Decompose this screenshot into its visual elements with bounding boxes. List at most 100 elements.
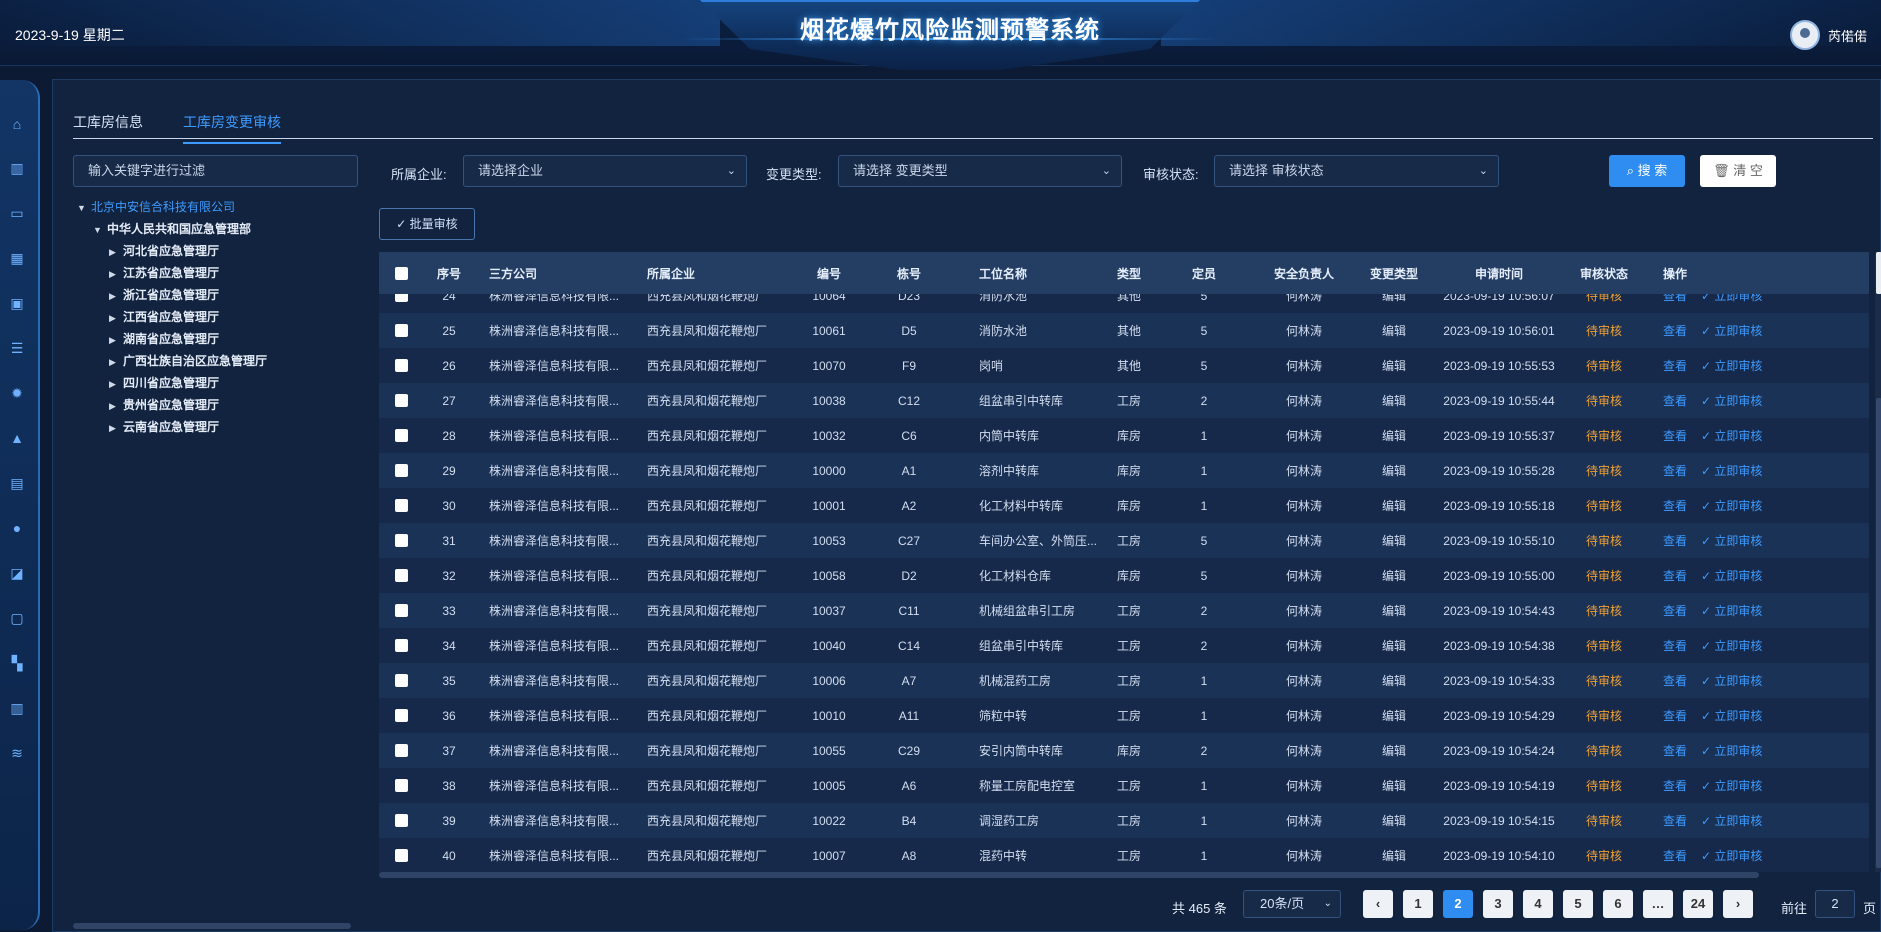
tab-warehouse-info[interactable]: 工库房信息 [73, 112, 143, 144]
audit-now-link[interactable]: ✓ 立即审核 [1701, 709, 1762, 723]
next-page-button[interactable]: › [1723, 890, 1753, 918]
table-row[interactable]: 35 株洲睿泽信息科技有限... 西充县凤和烟花鞭炮厂 10006 A7 机械混药工房 工房… [379, 663, 1869, 698]
table-scroll-thumb[interactable] [1876, 398, 1881, 868]
monitor-icon[interactable]: ▣ [9, 295, 25, 311]
goto-page-input[interactable]: 2 [1815, 890, 1855, 918]
page-button[interactable]: 24 [1683, 890, 1713, 918]
tree-node-province[interactable]: ▶ 云南省应急管理厅 [109, 418, 219, 435]
view-link[interactable]: 查看 [1663, 324, 1687, 338]
view-link[interactable]: 查看 [1663, 429, 1687, 443]
view-link[interactable]: 查看 [1663, 499, 1687, 513]
view-link[interactable]: 查看 [1663, 849, 1687, 863]
table-row[interactable]: 33 株洲睿泽信息科技有限... 西充县凤和烟花鞭炮厂 10037 C11 机械组盆串引工… [379, 593, 1869, 628]
row-checkbox[interactable] [395, 359, 408, 372]
view-link[interactable]: 查看 [1663, 394, 1687, 408]
tab-change-review[interactable]: 工库房变更审核 [183, 112, 281, 144]
view-link[interactable]: 查看 [1663, 569, 1687, 583]
layers-icon[interactable]: ≋ [9, 745, 25, 761]
page-button[interactable]: 1 [1403, 890, 1433, 918]
chart-icon[interactable]: ▦ [9, 250, 25, 266]
view-link[interactable]: 查看 [1663, 709, 1687, 723]
table-row[interactable]: 37 株洲睿泽信息科技有限... 西充县凤和烟花鞭炮厂 10055 C29 安引内筒中转库… [379, 733, 1869, 768]
audit-now-link[interactable]: ✓ 立即审核 [1701, 814, 1762, 828]
audit-now-link[interactable]: ✓ 立即审核 [1701, 359, 1762, 373]
tree-node-root[interactable]: ▼ 北京中安信合科技有限公司 [77, 198, 235, 215]
tree-node-province[interactable]: ▶ 浙江省应急管理厅 [109, 286, 219, 303]
view-link[interactable]: 查看 [1663, 779, 1687, 793]
tree-node-province[interactable]: ▶ 河北省应急管理厅 [109, 242, 219, 259]
table-row[interactable]: 32 株洲睿泽信息科技有限... 西充县凤和烟花鞭炮厂 10058 D2 化工材料仓库 库房… [379, 558, 1869, 593]
table-row[interactable]: 34 株洲睿泽信息科技有限... 西充县凤和烟花鞭炮厂 10040 C14 组盆串引中转库… [379, 628, 1869, 663]
tree-node-province[interactable]: ▶ 江苏省应急管理厅 [109, 264, 219, 281]
batch-review-button[interactable]: ✓ 批量审核 [379, 208, 475, 240]
page-button[interactable]: 5 [1563, 890, 1593, 918]
row-checkbox[interactable] [395, 744, 408, 757]
audit-now-link[interactable]: ✓ 立即审核 [1701, 324, 1762, 338]
view-link[interactable]: 查看 [1663, 814, 1687, 828]
view-link[interactable]: 查看 [1663, 674, 1687, 688]
grid-icon[interactable]: ▚ [9, 655, 25, 671]
avatar[interactable] [1789, 20, 1820, 50]
table-row[interactable]: 38 株洲睿泽信息科技有限... 西充县凤和烟花鞭炮厂 10005 A6 称量工房配电控室… [379, 768, 1869, 803]
audit-now-link[interactable]: ✓ 立即审核 [1701, 744, 1762, 758]
tree-horizontal-scrollbar[interactable] [73, 923, 351, 929]
user-name[interactable]: 芮偌偌 [1828, 26, 1867, 45]
document-icon[interactable]: ▤ [9, 475, 25, 491]
row-checkbox[interactable] [395, 779, 408, 792]
audit-now-link[interactable]: ✓ 立即审核 [1701, 499, 1762, 513]
audit-now-link[interactable]: ✓ 立即审核 [1701, 569, 1762, 583]
tree-node-province[interactable]: ▶ 湖南省应急管理厅 [109, 330, 219, 347]
row-checkbox[interactable] [395, 709, 408, 722]
row-checkbox[interactable] [395, 394, 408, 407]
row-checkbox[interactable] [395, 464, 408, 477]
audit-now-link[interactable]: ✓ 立即审核 [1701, 639, 1762, 653]
audit-now-link[interactable]: ✓ 立即审核 [1701, 464, 1762, 478]
table-horizontal-scrollbar[interactable] [379, 872, 1759, 878]
warning-icon[interactable]: ▲ [9, 430, 25, 446]
stats-icon[interactable]: ▥ [9, 700, 25, 716]
view-link[interactable]: 查看 [1663, 744, 1687, 758]
audit-now-link[interactable]: ✓ 立即审核 [1701, 394, 1762, 408]
tree-node-province[interactable]: ▶ 贵州省应急管理厅 [109, 396, 219, 413]
table-row[interactable]: 39 株洲睿泽信息科技有限... 西充县凤和烟花鞭炮厂 10022 B4 调湿药工房 工房 1… [379, 803, 1869, 838]
page-button[interactable]: 3 [1483, 890, 1513, 918]
view-link[interactable]: 查看 [1663, 359, 1687, 373]
row-checkbox[interactable] [395, 429, 408, 442]
audit-now-link[interactable]: ✓ 立即审核 [1701, 604, 1762, 618]
alarm-icon[interactable]: ✹ [9, 385, 25, 401]
table-row[interactable]: 26 株洲睿泽信息科技有限... 西充县凤和烟花鞭炮厂 10070 F9 岗哨 其他 5 何林涛… [379, 348, 1869, 383]
view-link[interactable]: 查看 [1663, 639, 1687, 653]
row-checkbox[interactable] [395, 324, 408, 337]
audit-now-link[interactable]: ✓ 立即审核 [1701, 534, 1762, 548]
page-button[interactable]: 4 [1523, 890, 1553, 918]
tree-node-province[interactable]: ▶ 四川省应急管理厅 [109, 374, 219, 391]
building-icon[interactable]: ▥ [9, 160, 25, 176]
row-checkbox[interactable] [395, 639, 408, 652]
view-link[interactable]: 查看 [1663, 464, 1687, 478]
audit-now-link[interactable]: ✓ 立即审核 [1701, 429, 1762, 443]
more-pages-button[interactable]: … [1643, 890, 1673, 918]
change-type-select[interactable]: 请选择 变更类型 ⌄ [838, 155, 1122, 187]
table-row[interactable]: 31 株洲睿泽信息科技有限... 西充县凤和烟花鞭炮厂 10053 C27 车间办公室、外… [379, 523, 1869, 558]
bulb-icon[interactable]: ● [9, 520, 25, 536]
table-row[interactable]: 27 株洲睿泽信息科技有限... 西充县凤和烟花鞭炮厂 10038 C12 组盆串引中转库… [379, 383, 1869, 418]
view-link[interactable]: 查看 [1663, 604, 1687, 618]
row-checkbox[interactable] [395, 499, 408, 512]
row-checkbox[interactable] [395, 814, 408, 827]
tree-node-ministry[interactable]: ▼ 中华人民共和国应急管理部 [93, 220, 251, 237]
tree-node-province[interactable]: ▶ 江西省应急管理厅 [109, 308, 219, 325]
table-row[interactable]: 25 株洲睿泽信息科技有限... 西充县凤和烟花鞭炮厂 10061 D5 消防水池 其他 5 何… [379, 313, 1869, 348]
user-menu[interactable]: 芮偌偌 [1789, 20, 1867, 50]
briefcase-icon[interactable]: ▭ [9, 205, 25, 221]
row-checkbox[interactable] [395, 849, 408, 862]
tree-node-province[interactable]: ▶ 广西壮族自治区应急管理厅 [109, 352, 267, 369]
search-button[interactable]: ⌕ 搜 索 [1609, 155, 1685, 187]
audit-now-link[interactable]: ✓ 立即审核 [1701, 779, 1762, 793]
table-row[interactable]: 28 株洲睿泽信息科技有限... 西充县凤和烟花鞭炮厂 10032 C6 内筒中转库 库房 1… [379, 418, 1869, 453]
clear-button[interactable]: 🗑︎ 清 空 [1700, 155, 1776, 187]
select-all-checkbox[interactable] [395, 266, 408, 280]
view-link[interactable]: 查看 [1663, 534, 1687, 548]
company-select[interactable]: 请选择企业 ⌄ [463, 155, 747, 187]
file-search-icon[interactable]: ◪ [9, 565, 25, 581]
row-checkbox[interactable] [395, 569, 408, 582]
